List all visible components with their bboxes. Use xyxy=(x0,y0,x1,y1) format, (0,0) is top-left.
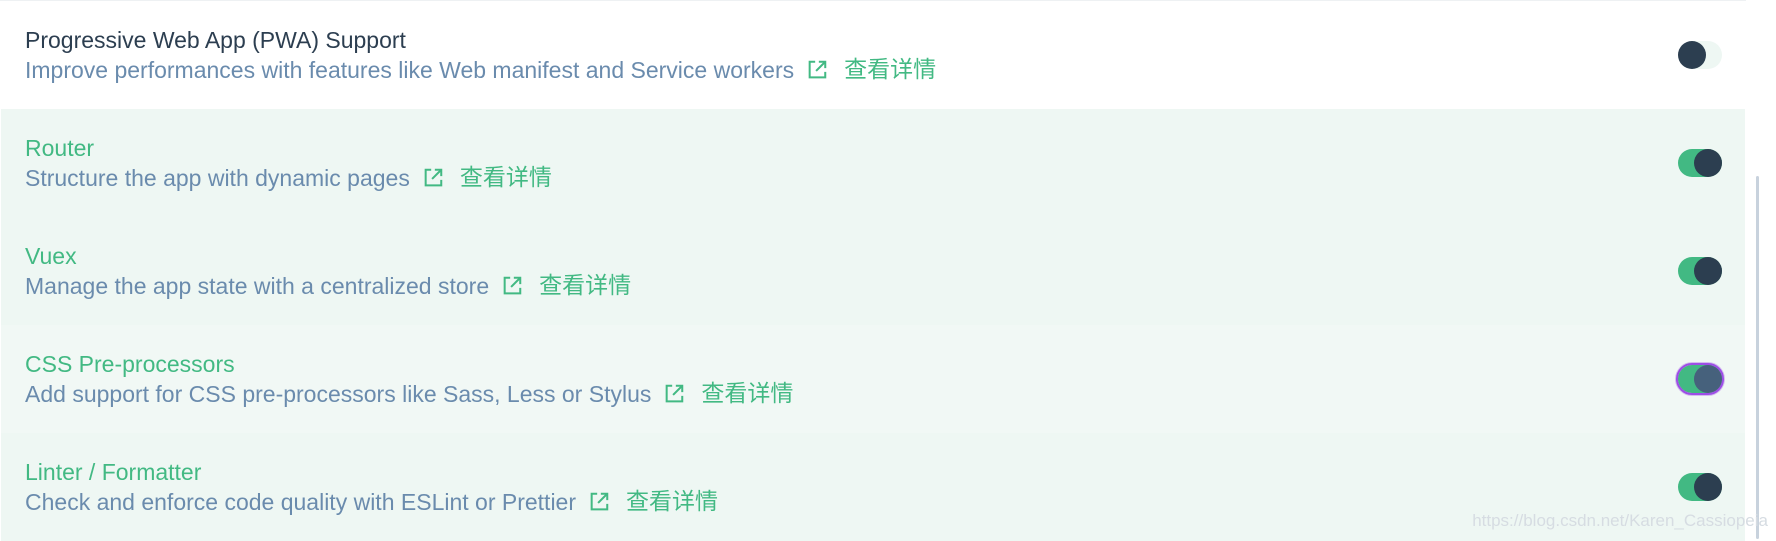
feature-title: Linter / Formatter xyxy=(25,457,201,487)
toggle-knob xyxy=(1694,149,1722,177)
feature-description: Add support for CSS pre-processors like … xyxy=(25,379,793,409)
feature-title: Router xyxy=(25,133,94,163)
toggle-knob xyxy=(1678,41,1706,69)
feature-description: Improve performances with features like … xyxy=(25,55,936,85)
feature-toggle[interactable] xyxy=(1678,149,1722,177)
feature-toggle[interactable] xyxy=(1678,365,1722,393)
feature-description-text: Add support for CSS pre-processors like … xyxy=(25,379,651,409)
feature-title: CSS Pre-processors xyxy=(25,349,235,379)
details-link[interactable]: 查看详情 xyxy=(844,55,936,85)
feature-description: Check and enforce code quality with ESLi… xyxy=(25,487,718,517)
external-link-icon[interactable] xyxy=(422,167,444,189)
feature-description-text: Structure the app with dynamic pages xyxy=(25,163,410,193)
feature-description-text: Improve performances with features like … xyxy=(25,55,794,85)
details-link[interactable]: 查看详情 xyxy=(626,487,718,517)
scrollbar-thumb[interactable] xyxy=(1756,176,1759,539)
feature-toggle[interactable] xyxy=(1678,473,1722,501)
watermark: https://blog.csdn.net/Karen_Cassiopeia xyxy=(1472,511,1768,531)
feature-row-vuex[interactable]: Vuex Manage the app state with a central… xyxy=(1,217,1745,325)
toggle-knob xyxy=(1694,365,1722,393)
feature-description: Structure the app with dynamic pages 查看详… xyxy=(25,163,552,193)
feature-toggle[interactable] xyxy=(1678,257,1722,285)
feature-list-panel: Progressive Web App (PWA) Support Improv… xyxy=(0,0,1746,540)
feature-toggle[interactable] xyxy=(1678,41,1722,69)
toggle-knob xyxy=(1694,473,1722,501)
feature-title: Vuex xyxy=(25,241,77,271)
details-link[interactable]: 查看详情 xyxy=(701,379,793,409)
feature-row-router[interactable]: Router Structure the app with dynamic pa… xyxy=(1,109,1745,217)
feature-title: Progressive Web App (PWA) Support xyxy=(25,25,406,55)
feature-description-text: Check and enforce code quality with ESLi… xyxy=(25,487,576,517)
scrollbar[interactable] xyxy=(1753,0,1763,539)
external-link-icon[interactable] xyxy=(806,59,828,81)
external-link-icon[interactable] xyxy=(501,275,523,297)
feature-row-pwa[interactable]: Progressive Web App (PWA) Support Improv… xyxy=(1,1,1745,109)
external-link-icon[interactable] xyxy=(588,491,610,513)
external-link-icon[interactable] xyxy=(663,383,685,405)
details-link[interactable]: 查看详情 xyxy=(539,271,631,301)
feature-description-text: Manage the app state with a centralized … xyxy=(25,271,489,301)
feature-description: Manage the app state with a centralized … xyxy=(25,271,631,301)
details-link[interactable]: 查看详情 xyxy=(460,163,552,193)
toggle-knob xyxy=(1694,257,1722,285)
feature-row-css-preprocessors[interactable]: CSS Pre-processors Add support for CSS p… xyxy=(1,325,1745,433)
